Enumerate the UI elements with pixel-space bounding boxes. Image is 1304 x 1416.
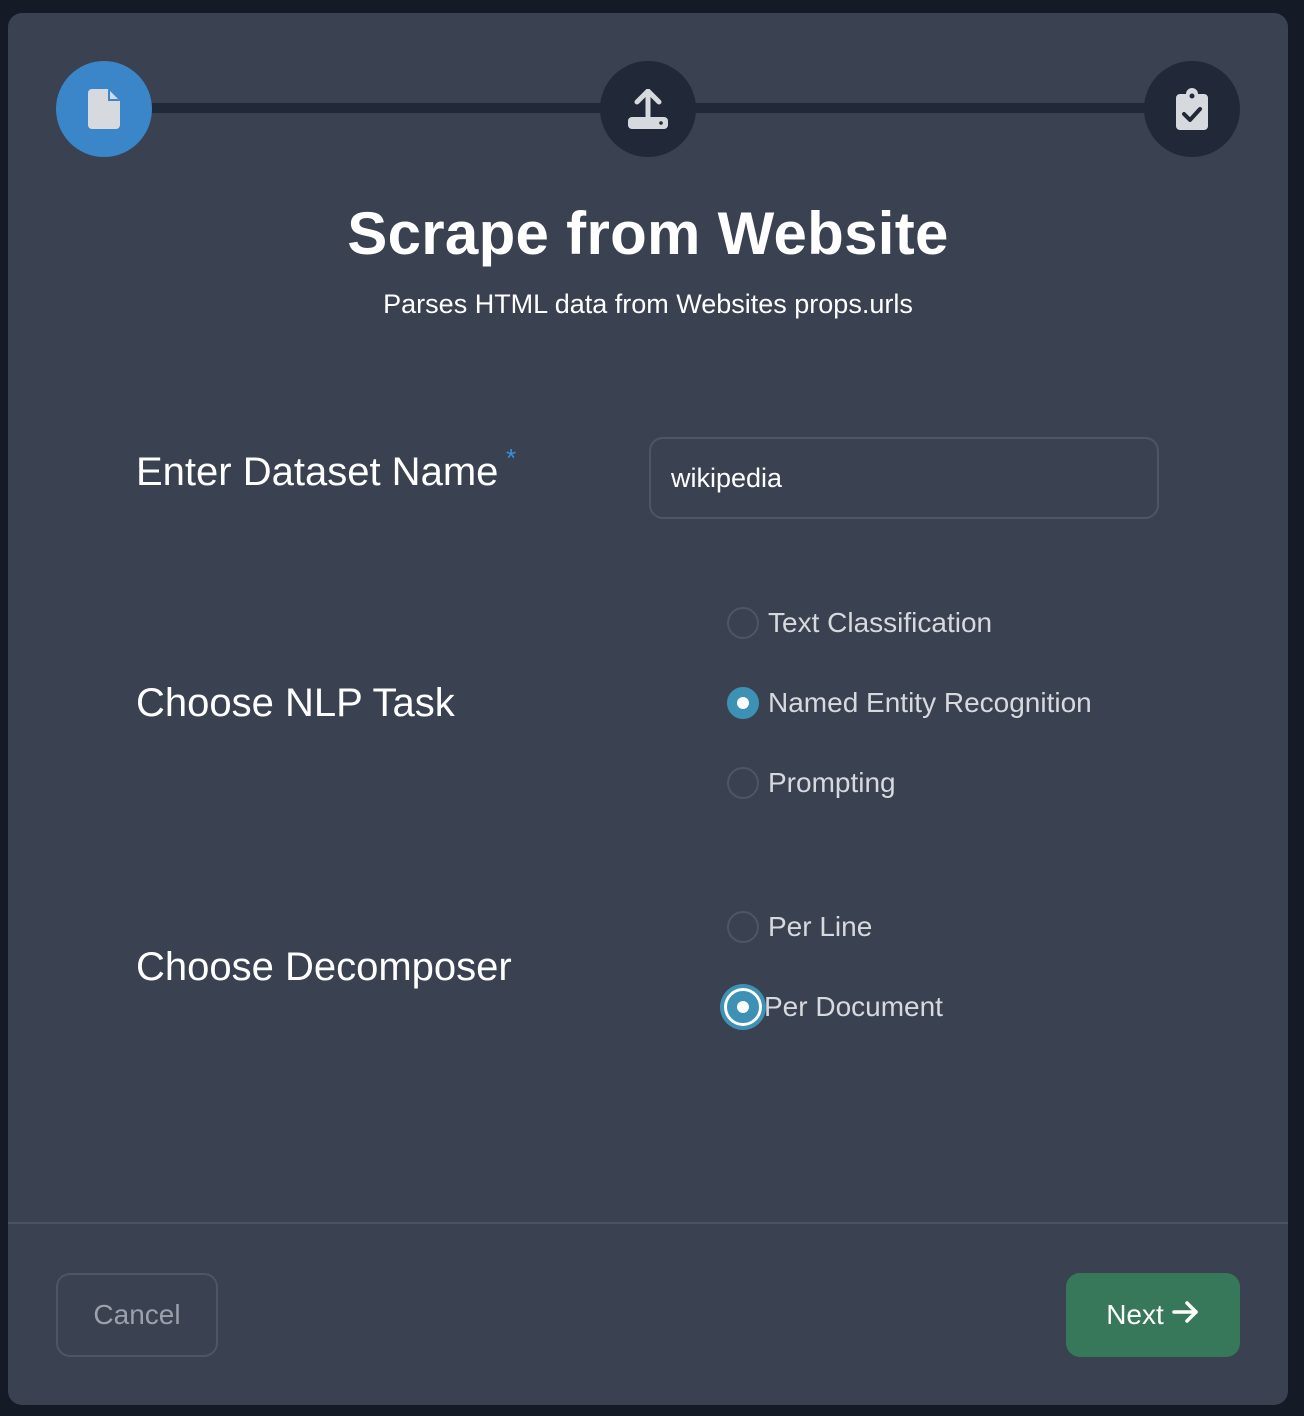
radio-button[interactable] [727, 767, 759, 799]
next-button-label: Next [1106, 1299, 1164, 1330]
radio-per-document[interactable]: Per Document [727, 991, 943, 1023]
dataset-name-label: Enter Dataset Name [136, 450, 499, 494]
file-icon [88, 89, 120, 129]
stepper [56, 61, 1240, 157]
radio-button-checked[interactable] [727, 687, 759, 719]
arrow-right-icon [1164, 1299, 1200, 1331]
radio-label: Prompting [768, 767, 896, 798]
radio-label: Named Entity Recognition [768, 687, 1092, 718]
stepper-connector [146, 103, 606, 113]
radio-prompting[interactable]: Prompting [727, 767, 896, 799]
required-marker: * [506, 443, 517, 473]
radio-named-entity-recognition[interactable]: Named Entity Recognition [727, 687, 1092, 719]
radio-per-line[interactable]: Per Line [727, 911, 872, 943]
page-subtitle: Parses HTML data from Websites props.url… [383, 289, 913, 319]
stepper-connector [692, 103, 1152, 113]
page-title: Scrape from Website [347, 200, 949, 267]
cancel-button[interactable]: Cancel [56, 1273, 218, 1357]
clipboard-check-icon [1176, 88, 1208, 130]
footer-divider [8, 1222, 1288, 1224]
radio-text-classification[interactable]: Text Classification [727, 607, 992, 639]
decomposer-label: Choose Decomposer [136, 945, 512, 989]
step-1-details[interactable] [56, 61, 152, 157]
radio-button[interactable] [727, 607, 759, 639]
scrape-dialog: Scrape from Website Parses HTML data fro… [8, 13, 1288, 1405]
upload-icon [627, 89, 669, 129]
radio-button-checked[interactable] [727, 991, 759, 1023]
step-3-review[interactable] [1144, 61, 1240, 157]
next-button[interactable]: Next [1066, 1273, 1240, 1357]
step-2-upload[interactable] [600, 61, 696, 157]
radio-button[interactable] [727, 911, 759, 943]
dataset-name-input[interactable] [649, 437, 1159, 519]
radio-label: Text Classification [768, 607, 993, 638]
radio-label: Per Document [764, 991, 943, 1022]
nlp-task-label: Choose NLP Task [136, 681, 455, 725]
radio-label: Per Line [768, 911, 873, 942]
